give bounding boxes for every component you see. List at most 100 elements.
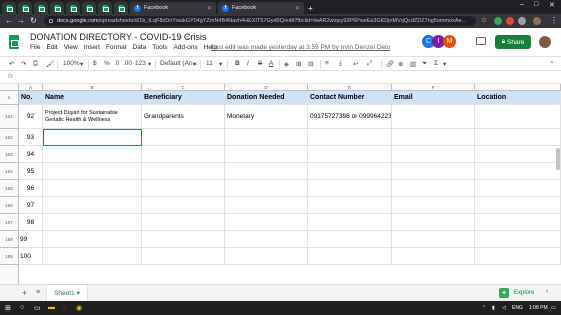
menu-data[interactable]: Data <box>133 44 147 51</box>
table-cell[interactable] <box>308 163 392 180</box>
table-cell[interactable] <box>475 231 561 248</box>
borders-icon[interactable]: ⊞ <box>296 60 301 68</box>
print-icon[interactable]: ⎙ <box>33 60 38 68</box>
insert-chart-icon[interactable]: ▥ <box>410 60 416 68</box>
profile-icon[interactable] <box>533 17 541 25</box>
table-cell[interactable] <box>392 180 475 197</box>
zoom-select[interactable]: 100% <box>63 60 80 67</box>
table-cell[interactable]: 99 <box>19 231 43 248</box>
text-color-button[interactable]: A <box>269 60 273 67</box>
sheet-tab-sheet1[interactable]: Sheet1 ▾ <box>47 285 87 301</box>
table-cell[interactable] <box>392 248 475 265</box>
omnibox[interactable]: docs.google.com/spreadsheets/d/1b_tLqF8z… <box>44 16 476 26</box>
functions-icon[interactable]: Σ <box>434 60 438 67</box>
table-cell[interactable] <box>475 214 561 231</box>
url-text[interactable]: docs.google.com/spreadsheets/d/1b_tLqF8z… <box>57 18 476 24</box>
table-cell[interactable] <box>225 231 308 248</box>
table-cell[interactable]: Monetary <box>225 105 308 129</box>
table-cell[interactable] <box>392 197 475 214</box>
account-avatar[interactable] <box>539 36 551 48</box>
menu-view[interactable]: View <box>64 44 78 51</box>
side-panel-toggle-icon[interactable]: ‹ <box>546 288 548 295</box>
table-cell[interactable] <box>225 180 308 197</box>
currency-format-button[interactable]: $ <box>93 60 97 67</box>
menu-format[interactable]: Format <box>106 44 127 51</box>
column-header[interactable]: D <box>225 84 308 91</box>
filter-icon[interactable]: ⏷ <box>422 60 427 68</box>
table-cell[interactable] <box>308 146 392 163</box>
table-cell[interactable] <box>142 146 225 163</box>
close-tab-icon[interactable]: ✕ <box>295 5 300 12</box>
collaborator-avatar[interactable]: M <box>443 35 456 48</box>
comment-history-icon[interactable] <box>476 37 486 45</box>
file-explorer-icon[interactable]: ▬ <box>48 304 55 311</box>
column-header[interactable]: B <box>43 84 142 91</box>
row-header[interactable]: 1 <box>0 91 19 105</box>
browser-tab-facebook[interactable]: f Facebook ✕ <box>218 2 304 14</box>
row-header[interactable]: 155 <box>0 180 19 197</box>
sheets-logo-icon[interactable] <box>9 35 19 49</box>
menu-tools[interactable]: Tools <box>152 44 167 51</box>
notifications-icon[interactable]: ▭ <box>551 305 556 311</box>
header-cell[interactable]: Location <box>475 91 561 105</box>
table-cell[interactable]: 100 <box>19 248 43 265</box>
menu-edit[interactable]: Edit <box>46 44 57 51</box>
number-format-select[interactable]: 123 <box>135 60 146 67</box>
insert-comment-icon[interactable]: ⊕ <box>398 60 403 68</box>
browser-tab-facebook[interactable]: f Facebook ✕ <box>130 2 216 14</box>
table-cell[interactable] <box>475 146 561 163</box>
back-icon[interactable]: ← <box>5 16 13 26</box>
percent-format-button[interactable]: % <box>104 60 110 67</box>
move-folder-icon[interactable]: ▭ <box>186 33 193 41</box>
table-cell[interactable] <box>475 248 561 265</box>
column-header[interactable]: E <box>308 84 392 91</box>
table-cell[interactable] <box>392 163 475 180</box>
browser-tab-sheets[interactable] <box>50 2 64 14</box>
table-cell[interactable] <box>142 197 225 214</box>
table-cell[interactable]: 92 <box>19 105 43 129</box>
font-chevron-icon[interactable]: ▾ <box>193 60 196 68</box>
browser-tab-sheets[interactable] <box>18 2 32 14</box>
close-tab-icon[interactable]: ✕ <box>207 5 212 12</box>
row-header[interactable]: 159 <box>0 248 19 265</box>
chrome-menu-icon[interactable]: ⋮ <box>550 16 558 26</box>
table-cell[interactable] <box>225 248 308 265</box>
text-rotate-icon[interactable]: ⤢ <box>367 60 372 68</box>
table-cell[interactable]: Grandparents <box>142 105 225 129</box>
table-cell[interactable] <box>308 180 392 197</box>
text-wrap-icon[interactable]: ↩ <box>353 60 358 68</box>
menu-file[interactable]: File <box>30 44 40 51</box>
spreadsheet-grid[interactable]: A B C D E F 1 No. Name Beneficiary Donation Needed… <box>0 84 561 284</box>
chrome-icon[interactable]: ◉ <box>76 304 82 312</box>
table-cell[interactable] <box>475 197 561 214</box>
star-icon[interactable]: ☆ <box>177 33 183 41</box>
table-cell[interactable] <box>308 197 392 214</box>
functions-chevron-icon[interactable]: ▾ <box>443 60 446 68</box>
table-cell[interactable]: Project Duyan for Sustainable Geriatic H… <box>43 105 142 129</box>
horizontal-align-icon[interactable]: ≡ <box>325 60 329 67</box>
table-cell[interactable] <box>43 197 142 214</box>
add-sheet-button[interactable]: + <box>22 288 27 298</box>
table-cell[interactable] <box>142 163 225 180</box>
row-header[interactable]: 152 <box>0 129 19 146</box>
collapse-toolbar-icon[interactable]: ⌃ <box>549 60 554 68</box>
explore-button[interactable]: ✦ Explore <box>499 288 534 298</box>
header-cell[interactable]: Beneficiary <box>142 91 225 105</box>
table-cell[interactable]: 94 <box>19 146 43 163</box>
table-cell[interactable] <box>475 105 561 129</box>
undo-icon[interactable]: ↶ <box>9 60 14 68</box>
number-format-chevron-icon[interactable]: ▾ <box>148 60 151 68</box>
row-header[interactable]: 151 <box>0 105 19 129</box>
table-cell[interactable]: 09175727398 or 09996422316 <box>308 105 392 129</box>
row-header[interactable]: 153 <box>0 146 19 163</box>
header-cell[interactable]: No. <box>19 91 43 105</box>
sheet-tab-chevron-icon[interactable]: ▾ <box>77 289 80 297</box>
table-cell[interactable] <box>392 231 475 248</box>
menu-insert[interactable]: Insert <box>84 44 100 51</box>
table-cell[interactable] <box>308 129 392 146</box>
table-cell[interactable] <box>308 214 392 231</box>
vertical-align-icon[interactable]: ⤓ <box>339 60 342 68</box>
strikethrough-button[interactable]: S <box>258 60 262 67</box>
insert-link-icon[interactable]: 🔗︎ <box>386 60 394 68</box>
table-cell[interactable] <box>43 146 142 163</box>
